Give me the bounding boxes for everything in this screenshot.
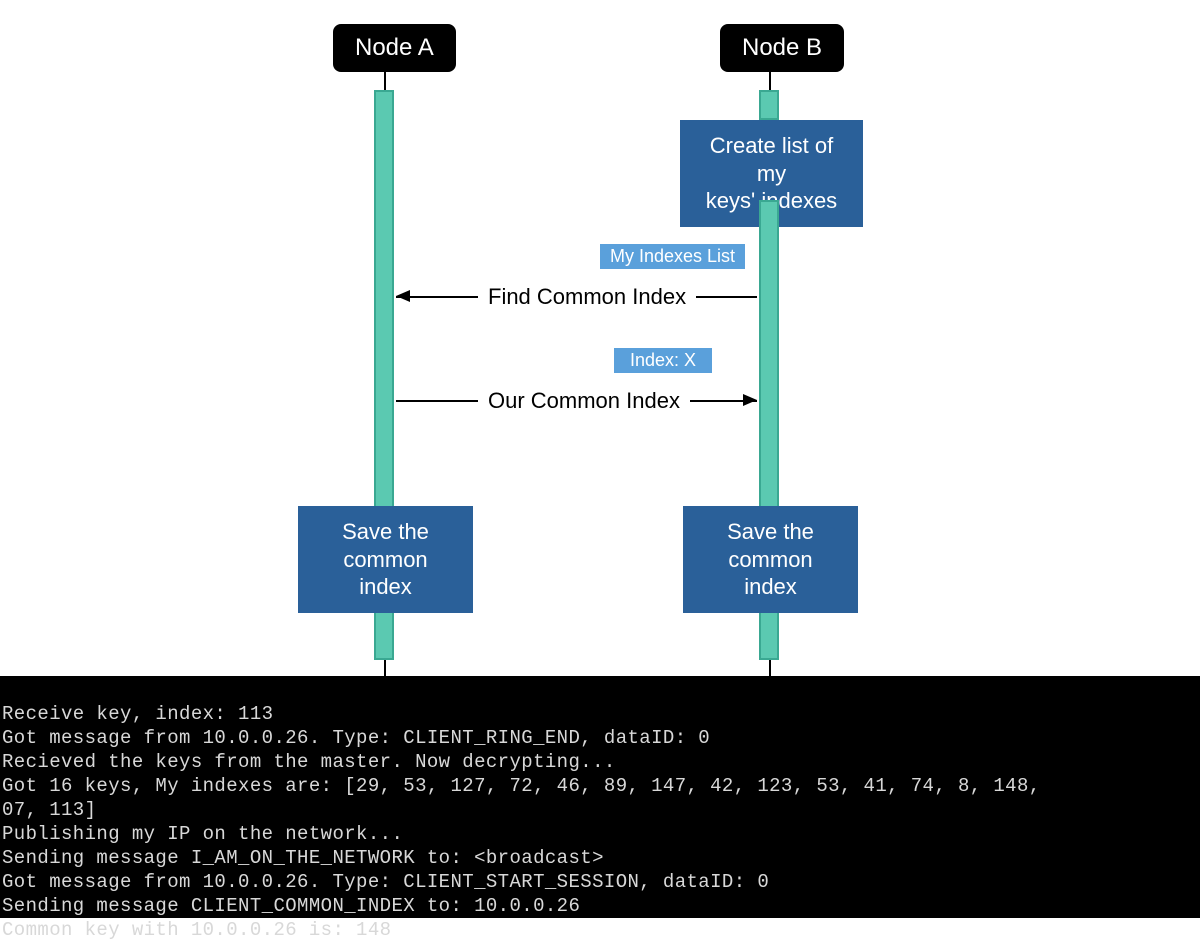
- terminal-line-5: Publishing my IP on the network...: [2, 823, 403, 845]
- lifeline-a-connector-bottom: [384, 660, 386, 676]
- tag-index-x-label: Index: X: [630, 350, 696, 370]
- terminal-line-6: Sending message I_AM_ON_THE_NETWORK to: …: [2, 847, 604, 869]
- lifeline-b-connector-bottom: [769, 660, 771, 676]
- message-our-common: Our Common Index: [478, 386, 690, 416]
- message-our-common-label: Our Common Index: [488, 388, 680, 413]
- terminal-line-2: Recieved the keys from the master. Now d…: [2, 751, 616, 773]
- arrow-find-common: [396, 290, 410, 302]
- lifeline-b-upper: [759, 90, 779, 120]
- terminal-line-8: Sending message CLIENT_COMMON_INDEX to: …: [2, 895, 580, 917]
- terminal-line-4: 07, 113]: [2, 799, 96, 821]
- terminal-line-3: Got 16 keys, My indexes are: [29, 53, 12…: [2, 775, 1041, 797]
- node-b-label: Node B: [742, 34, 822, 61]
- action-save-a-label: Save the common index: [342, 519, 429, 599]
- lifeline-a-connector-top: [384, 72, 386, 90]
- terminal-line-0: Receive key, index: 113: [2, 703, 273, 725]
- sequence-diagram: Node A Node B Create list of my keys' in…: [0, 0, 1200, 676]
- node-a-label: Node A: [355, 34, 434, 61]
- tag-my-indexes-label: My Indexes List: [610, 246, 735, 266]
- tag-my-indexes: My Indexes List: [600, 244, 745, 269]
- action-save-b: Save the common index: [683, 506, 858, 613]
- action-save-a: Save the common index: [298, 506, 473, 613]
- message-find-common-label: Find Common Index: [488, 284, 686, 309]
- terminal-line-7: Got message from 10.0.0.26. Type: CLIENT…: [2, 871, 769, 893]
- action-save-b-label: Save the common index: [727, 519, 814, 599]
- message-find-common: Find Common Index: [478, 282, 696, 312]
- terminal-line-9: Common key with 10.0.0.26 is: 148: [2, 919, 391, 941]
- arrow-our-common: [743, 394, 757, 406]
- node-a-header: Node A: [333, 24, 456, 72]
- terminal-line-1: Got message from 10.0.0.26. Type: CLIENT…: [2, 727, 710, 749]
- node-b-header: Node B: [720, 24, 844, 72]
- lifeline-b-connector-top: [769, 72, 771, 90]
- terminal-output: Receive key, index: 113 Got message from…: [0, 676, 1200, 918]
- tag-index-x: Index: X: [614, 348, 712, 373]
